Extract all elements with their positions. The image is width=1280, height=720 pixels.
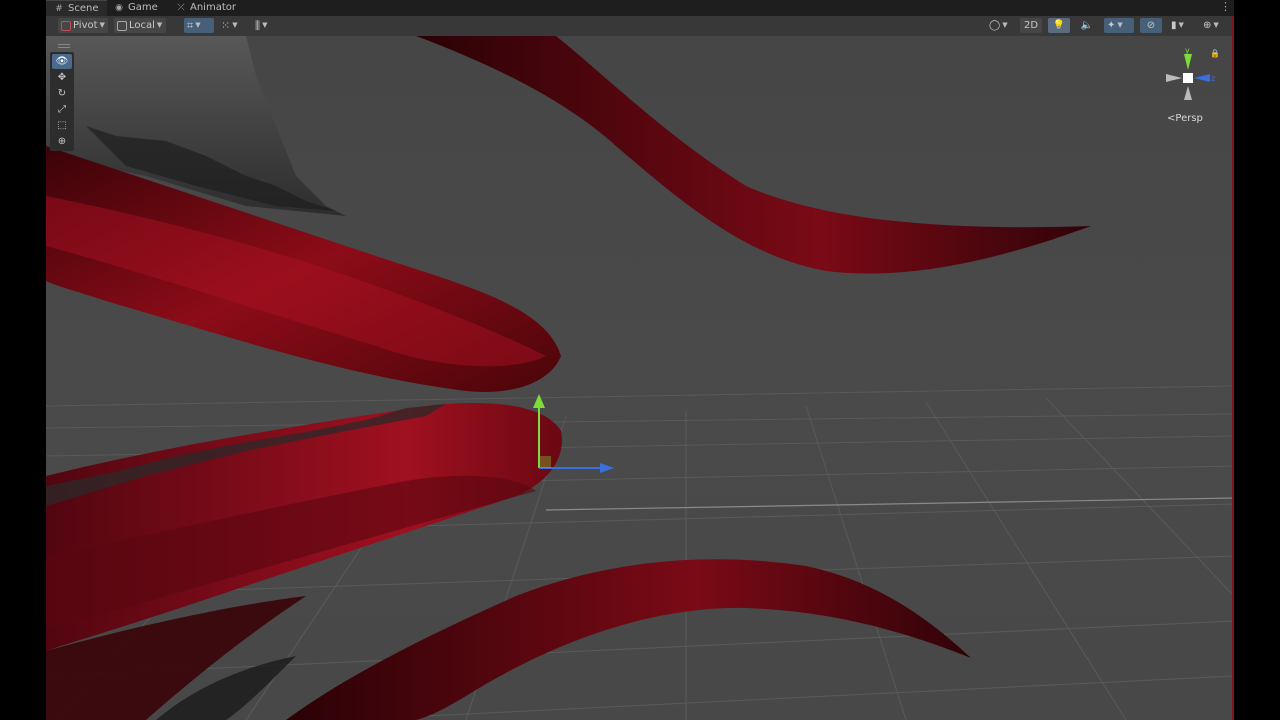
rect-tool[interactable]: ⬚	[52, 118, 72, 133]
scene-render	[46, 36, 1234, 720]
chevron-down-icon: ▼	[262, 21, 268, 29]
effects-dropdown[interactable]: ✦ ▼	[1104, 18, 1134, 33]
grid-snap-icon: ⌗	[187, 19, 194, 32]
tab-game-label: Game	[128, 2, 158, 13]
lower-tail-mesh	[286, 559, 971, 720]
pivot-dropdown[interactable]: Pivot ▼	[58, 18, 108, 33]
more-vertical-icon[interactable]: ⋮	[1220, 1, 1231, 13]
effects-icon: ✦	[1107, 20, 1116, 31]
rotate-tool[interactable]: ↻	[52, 86, 72, 101]
grid-axis-line	[545, 497, 1234, 511]
tab-animator-label: Animator	[190, 2, 236, 13]
align-icon: ⫼	[255, 19, 261, 32]
tools-overlay: 👁 ✥ ↻ ⤢ ⬚ ⊕	[50, 52, 74, 151]
rotate-icon: ↻	[57, 88, 67, 99]
grid-snap-button[interactable]: ⌗ ▼	[184, 18, 214, 33]
editor-tab-bar: # Scene ◉ Game ⤫ Animator ⋮	[46, 0, 1234, 17]
transform-icon: ⊕	[57, 136, 67, 147]
lighting-toggle-button[interactable]: 💡	[1048, 18, 1070, 33]
gamepad-icon: ◉	[115, 3, 123, 13]
pivot-icon	[61, 20, 71, 31]
chevron-down-icon: ▼	[1178, 21, 1184, 29]
gizmo-neg-x-cone	[1166, 74, 1182, 82]
gizmos-globe-icon: ⊕	[1203, 20, 1212, 31]
persp-text: Persp	[1175, 113, 1203, 124]
draw-mode-dropdown[interactable]: ◯ ▼	[986, 18, 1014, 33]
animator-icon: ⤫	[177, 3, 185, 13]
chevron-down-icon: ▼	[1117, 21, 1123, 29]
tab-animator[interactable]: ⤫ Animator	[176, 0, 236, 16]
snap-grid-icon: ⁙	[221, 19, 231, 32]
y-axis-arrow	[533, 394, 545, 408]
gizmo-z-cone	[1194, 74, 1210, 82]
tab-game[interactable]: ◉ Game	[114, 0, 158, 16]
letterbox-right	[1234, 0, 1280, 720]
snap-increment-button[interactable]: ⁙ ▼	[218, 18, 248, 33]
shading-sphere-icon: ◯	[989, 20, 1001, 31]
camera-dropdown[interactable]: ▮ ▼	[1168, 18, 1196, 33]
gizmos-dropdown[interactable]: ⊕ ▼	[1200, 18, 1228, 33]
hidden-objects-toggle[interactable]: ⊘	[1140, 18, 1162, 33]
gizmo-neg-y-cone	[1184, 86, 1192, 100]
view-tool[interactable]: 👁	[52, 54, 72, 69]
align-button[interactable]: ⫼ ▼	[252, 18, 280, 33]
lightbulb-icon: 💡	[1052, 20, 1066, 31]
upper-tail-mesh	[416, 36, 1091, 274]
chevron-down-icon: ▼	[195, 21, 201, 29]
gizmo-center-cube	[1183, 73, 1193, 83]
projection-label[interactable]: <Persp	[1167, 113, 1203, 124]
grid-icon: #	[55, 4, 63, 14]
local-label: Local	[129, 20, 155, 31]
gizmo-z-label: z	[1211, 74, 1215, 83]
move-arrows-icon: ✥	[57, 72, 67, 83]
scale-tool[interactable]: ⤢	[52, 102, 72, 117]
gizmo-y-cone	[1184, 54, 1192, 70]
tab-scene-label: Scene	[68, 3, 99, 14]
lock-icon[interactable]: 🔒	[1210, 49, 1220, 58]
chevron-down-icon: ▼	[232, 21, 238, 29]
chevron-down-icon: ▼	[99, 21, 105, 29]
pivot-label: Pivot	[73, 20, 98, 31]
gizmo-y-label: y	[1185, 46, 1190, 55]
eye-slash-icon: ⊘	[1146, 20, 1156, 31]
move-tool[interactable]: ✥	[52, 70, 72, 85]
audio-toggle-button[interactable]: 🔈	[1076, 18, 1098, 33]
transform-tool[interactable]: ⊕	[52, 134, 72, 149]
rect-transform-icon: ⬚	[57, 120, 67, 131]
scene-toolbar: Pivot ▼ Local ▼ ⌗ ▼ ⁙ ▼ ⫼ ▼ ◯ ▼ 2D 💡 🔈 ✦…	[46, 16, 1234, 37]
eye-icon: 👁	[55, 56, 69, 67]
scale-icon: ⤢	[58, 104, 66, 115]
local-cube-icon	[117, 20, 127, 31]
camera-icon: ▮	[1171, 20, 1177, 31]
window-edge	[1232, 16, 1234, 720]
toggle-2d-button[interactable]: 2D	[1020, 18, 1042, 33]
toggle-2d-label: 2D	[1023, 20, 1039, 31]
chevron-down-icon: ▼	[1213, 21, 1219, 29]
tools-overlay-grip[interactable]	[58, 44, 70, 48]
audio-icon: 🔈	[1080, 20, 1094, 31]
local-dropdown[interactable]: Local ▼	[114, 18, 166, 33]
tab-scene[interactable]: # Scene	[46, 0, 107, 17]
chevron-down-icon: ▼	[1002, 21, 1008, 29]
chevron-down-icon: ▼	[156, 21, 163, 29]
scene-viewport[interactable]	[46, 36, 1234, 720]
z-axis-arrow	[600, 463, 614, 473]
letterbox-left	[0, 0, 46, 720]
